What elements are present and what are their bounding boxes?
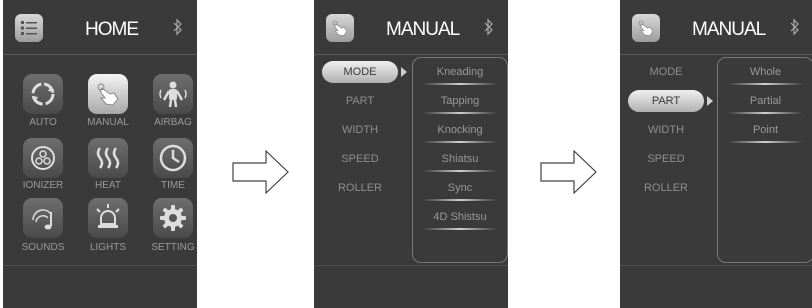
option-label: Sync [447, 182, 473, 194]
ionizer-tile[interactable] [23, 138, 63, 178]
mode-options-panel: Kneading Tapping Knocking Shiatsu Sync 4… [412, 57, 508, 263]
manual-tile[interactable] [88, 74, 128, 114]
part-options-panel: Whole Partial Point [717, 57, 812, 263]
tile-label-lights: LIGHTS [89, 242, 127, 253]
page-title: MANUAL [692, 19, 766, 40]
footer-divider [314, 265, 508, 266]
option-whole[interactable]: Whole [718, 58, 812, 86]
menu-item-speed[interactable]: SPEED [628, 148, 704, 170]
sounds-tile[interactable] [23, 198, 63, 238]
menu-item-mode[interactable]: MODE [322, 61, 398, 83]
option-label: Knocking [437, 124, 483, 136]
arrow-right-icon [232, 150, 289, 194]
tile-label-heat: HEAT [95, 180, 121, 191]
menu-item-roller[interactable]: ROLLER [322, 177, 398, 199]
caret-right-icon [401, 67, 407, 77]
menu-item-width[interactable]: WIDTH [628, 119, 704, 141]
tile-label-time: TIME [161, 180, 185, 191]
auto-tile[interactable] [23, 74, 63, 114]
option-knocking[interactable]: Knocking [413, 116, 507, 144]
light-bulb-icon [96, 204, 120, 228]
option-point[interactable]: Point [718, 116, 812, 144]
airbag-figure-icon [159, 81, 187, 108]
arrow-right-icon [540, 150, 597, 194]
footer-divider [620, 265, 812, 266]
heat-waves-icon [96, 147, 120, 169]
option-label: Partial [749, 95, 782, 107]
hand-touch-icon[interactable] [326, 14, 354, 42]
bluetooth-icon [790, 18, 799, 36]
bluetooth-icon [484, 18, 493, 36]
option-label: Point [752, 124, 779, 136]
option-shiatsu[interactable]: Shiatsu [413, 145, 507, 173]
manual-header: MANUAL [314, 0, 508, 55]
setting-tile[interactable] [153, 198, 193, 238]
menu-item-mode[interactable]: MODE [628, 61, 704, 83]
option-sync[interactable]: Sync [413, 174, 507, 202]
page-title: MANUAL [386, 19, 460, 40]
option-4d-shistsu[interactable]: 4D Shistsu [413, 203, 507, 231]
gear-icon [160, 205, 186, 231]
tile-label-manual: MANUAL [87, 117, 129, 128]
hand-touch-icon [97, 83, 119, 106]
tile-label-auto: AUTO [29, 117, 57, 128]
footer-divider [3, 265, 197, 266]
menu-item-speed[interactable]: SPEED [322, 148, 398, 170]
option-label: Shiatsu [441, 153, 479, 165]
menu-item-part[interactable]: PART [322, 90, 398, 112]
clock-icon [159, 144, 187, 172]
heat-tile[interactable] [88, 138, 128, 178]
lights-tile[interactable] [88, 198, 128, 238]
option-label: Whole [749, 66, 782, 78]
home-header: HOME [3, 0, 197, 55]
hand-touch-icon[interactable] [632, 14, 660, 42]
tile-label-sounds: SOUNDS [21, 242, 65, 253]
ionizer-icon [31, 146, 55, 170]
option-kneading[interactable]: Kneading [413, 58, 507, 86]
manual-part-screen: MANUAL MODE PART WIDTH SPEED ROLLER Whol… [620, 0, 812, 308]
time-tile[interactable] [153, 138, 193, 178]
tile-label-airbag: AIRBAG [154, 117, 192, 128]
tile-label-ionizer: IONIZER [22, 180, 64, 191]
manual-mode-screen: MANUAL MODE PART WIDTH SPEED ROLLER Knea… [314, 0, 508, 308]
caret-right-icon [707, 96, 713, 106]
airbag-tile[interactable] [153, 74, 193, 114]
option-label: Kneading [436, 66, 484, 78]
option-tapping[interactable]: Tapping [413, 87, 507, 115]
option-partial[interactable]: Partial [718, 87, 812, 115]
option-label: Tapping [440, 95, 480, 107]
music-note-icon [32, 209, 52, 230]
menu-item-roller[interactable]: ROLLER [628, 177, 704, 199]
menu-item-width[interactable]: WIDTH [322, 119, 398, 141]
bluetooth-icon [173, 18, 182, 36]
option-label: 4D Shistsu [433, 211, 487, 223]
home-screen: HOME AUTO MANUAL AIRBAG IONIZER HEAT TIM… [3, 0, 197, 308]
menu-item-part[interactable]: PART [628, 90, 704, 112]
manual-header: MANUAL [620, 0, 812, 55]
page-title: HOME [85, 19, 139, 40]
tile-label-setting: SETTING [151, 242, 195, 253]
auto-cycle-icon [31, 82, 55, 106]
menu-list-icon[interactable] [15, 14, 43, 42]
